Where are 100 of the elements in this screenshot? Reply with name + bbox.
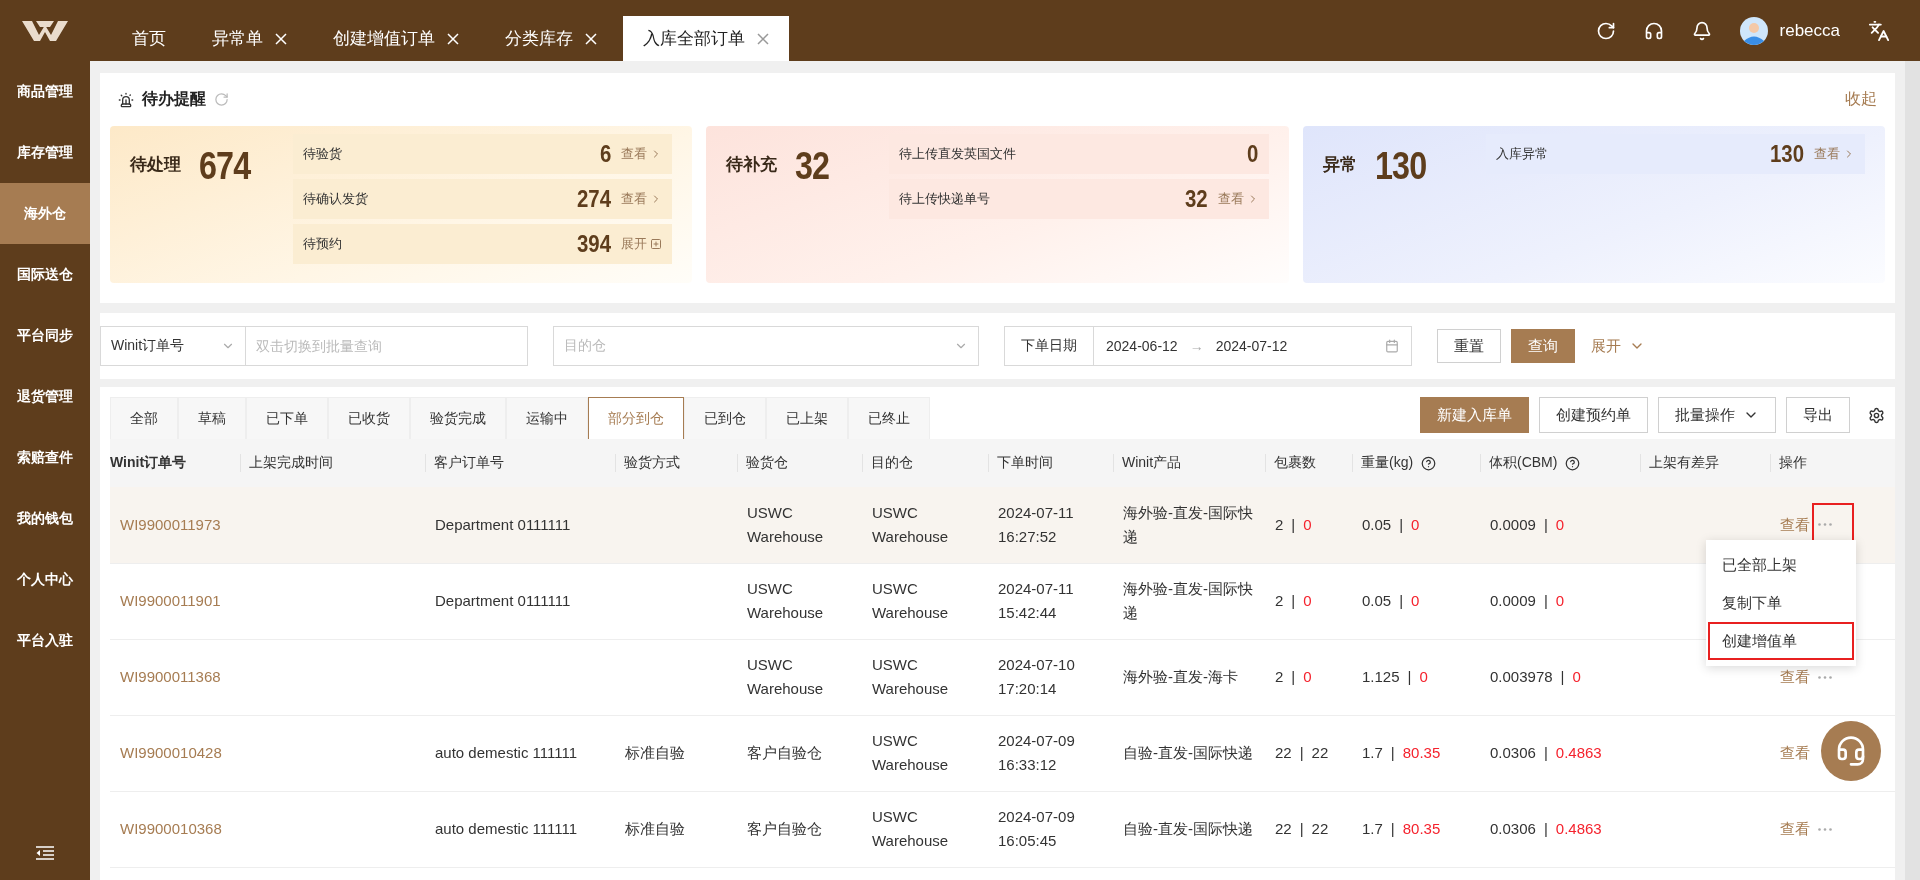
table-cell-text: 0	[1411, 591, 1420, 611]
calendar-icon	[1385, 339, 1399, 353]
table-row[interactable]: WI9900010368 auto demestic 111111 标准自验 客户自验仓 USWC Warehouse 2024-07-09 16:05:45 自验-直发-国际快递 22 | 22 1.7 | 80.35 0.0306 | 0.4863 查看	[110, 791, 1895, 867]
new-button[interactable]: 新建入库单	[1420, 397, 1529, 433]
separator: |	[1299, 819, 1304, 839]
status-tab[interactable]: 已终止	[848, 397, 930, 439]
table-cell-text: 0	[1572, 667, 1581, 687]
sidebar-item[interactable]: 退货管理	[0, 366, 90, 427]
status-tab[interactable]: 部分到仓	[588, 397, 684, 439]
help-icon[interactable]	[1565, 455, 1581, 471]
view-link[interactable]: 查看	[621, 145, 663, 163]
order-link[interactable]: WI9900010368	[120, 820, 222, 837]
item-count: 6	[599, 140, 612, 168]
page-tab[interactable]: 异常单	[192, 16, 307, 61]
page-tab[interactable]: 首页	[112, 16, 186, 61]
item-label: 待上传快递单号	[899, 190, 992, 208]
page-tab[interactable]: 入库全部订单	[623, 16, 789, 61]
order-type-select[interactable]: Winit订单号	[100, 326, 246, 366]
menu-item[interactable]: 创建增值单	[1708, 622, 1854, 660]
table-row[interactable]: WI9900010428 auto demestic 111111 标准自验 客户自验仓 USWC Warehouse 2024-07-09 16:33:12 自验-直发-国际快递 22 | 22 1.7 | 80.35 0.0306 | 0.4863 查看	[110, 715, 1895, 791]
date-range-field[interactable]: 2024-06-12 → 2024-07-12	[1094, 326, 1412, 366]
sidebar-item[interactable]: 平台同步	[0, 305, 90, 366]
order-link[interactable]: WI9900011368	[120, 668, 221, 685]
sidebar-item[interactable]: 国际送仓	[0, 244, 90, 305]
order-link[interactable]: WI9900011973	[120, 515, 221, 533]
item-label: 待确认发货	[303, 190, 369, 208]
order-link[interactable]: WI9900011901	[120, 592, 221, 609]
sidebar-item[interactable]: 库存管理	[0, 122, 90, 183]
status-tab[interactable]: 已到仓	[684, 397, 766, 439]
table-cell: Department 0111111	[435, 515, 571, 533]
sidebar-item[interactable]: 平台入驻	[0, 610, 90, 671]
view-link[interactable]: 查看	[1780, 512, 1810, 537]
view-link[interactable]: 查看	[1217, 190, 1259, 208]
help-icon[interactable]	[1421, 455, 1437, 471]
avatar[interactable]	[1739, 16, 1768, 45]
refresh-icon[interactable]	[1595, 20, 1616, 41]
table-cell: 标准自验	[625, 820, 685, 837]
table-cell-text: 80.35	[1402, 819, 1441, 839]
sidebar-item[interactable]: 个人中心	[0, 549, 90, 610]
table-cell: 自验-直发-国际快递	[1123, 744, 1253, 761]
status-tab[interactable]: 已上架	[766, 397, 848, 439]
headset-icon	[1835, 735, 1867, 767]
bell-icon[interactable]	[1691, 20, 1712, 41]
view-link[interactable]: 查看	[1780, 741, 1810, 765]
status-tab[interactable]: 全部	[110, 397, 178, 439]
table-cell-text: 0.0009	[1490, 591, 1536, 611]
table-cell: auto demestic 111111	[435, 820, 578, 837]
table-cell: 标准自验	[625, 744, 685, 761]
table-cell-text: 2	[1275, 667, 1284, 687]
view-link[interactable]: 查看	[621, 190, 663, 208]
reset-button[interactable]: 重置	[1437, 329, 1501, 363]
item-count: 394	[577, 230, 612, 258]
status-tab[interactable]: 验货完成	[410, 397, 506, 439]
batch-button[interactable]: 批量操作	[1658, 397, 1776, 433]
order-link[interactable]: WI9900010428	[120, 744, 222, 761]
status-tab[interactable]: 已下单	[246, 397, 328, 439]
user-name[interactable]: rebecca	[1779, 20, 1840, 41]
collapse-menu-icon[interactable]	[36, 845, 54, 860]
table-cell: USWC Warehouse	[872, 732, 949, 773]
expand-link[interactable]: 展开	[621, 235, 663, 253]
expand-button[interactable]: 展开	[1585, 335, 1651, 357]
sidebar-item[interactable]: 商品管理	[0, 61, 90, 122]
page-tab[interactable]: 创建增值订单	[313, 16, 479, 61]
item-count: 274	[577, 185, 612, 213]
toolbar-button[interactable]: 创建预约单	[1539, 397, 1648, 433]
settings-icon[interactable]	[1868, 406, 1885, 424]
toolbar-button[interactable]: 导出	[1786, 397, 1850, 433]
query-button[interactable]: 查询	[1511, 329, 1575, 363]
column-header: Winit产品	[1122, 454, 1182, 472]
plus-icon	[650, 238, 663, 250]
table-cell: 客户自验仓	[747, 744, 822, 761]
date-label: 下单日期	[1004, 326, 1094, 366]
language-icon[interactable]	[1868, 19, 1890, 42]
table-cell-text: 22	[1311, 743, 1329, 763]
table-cell: USWC Warehouse	[872, 808, 949, 849]
status-tab[interactable]: 运输中	[506, 397, 588, 439]
sidebar-item[interactable]: 我的钱包	[0, 488, 90, 549]
view-link[interactable]: 查看	[1780, 665, 1810, 689]
status-tab[interactable]: 已收货	[328, 397, 410, 439]
menu-item[interactable]: 复制下单	[1708, 584, 1854, 622]
table-cell: 海外验-直发-国际快递	[1123, 580, 1253, 621]
view-link[interactable]: 查看	[1780, 817, 1810, 841]
status-tab[interactable]: 草稿	[178, 397, 246, 439]
column-header: 客户订单号	[434, 454, 504, 472]
item-label: 入库异常	[1495, 145, 1549, 163]
logo	[22, 18, 68, 43]
table-cell-text: 0.0306	[1490, 743, 1536, 763]
headphones-icon[interactable]	[1643, 20, 1664, 41]
search-field[interactable]: 双击切换到批量查询	[246, 326, 528, 366]
column-header: 重量(kg)	[1361, 454, 1414, 472]
table-cell-text: 1.7	[1362, 743, 1383, 763]
table-cell-text: 0	[1419, 667, 1428, 687]
collapse-link[interactable]: 收起	[1845, 89, 1877, 110]
view-link[interactable]: 查看	[1814, 145, 1855, 163]
table-cell-text: 0.05	[1362, 514, 1392, 535]
ellipsis-icon	[1818, 523, 1832, 527]
page-tab[interactable]: 分类库存	[485, 16, 617, 61]
scrollbar[interactable]	[1905, 61, 1920, 880]
sidebar-item[interactable]: 海外仓	[0, 183, 90, 244]
sidebar-item[interactable]: 索赔查件	[0, 427, 90, 488]
